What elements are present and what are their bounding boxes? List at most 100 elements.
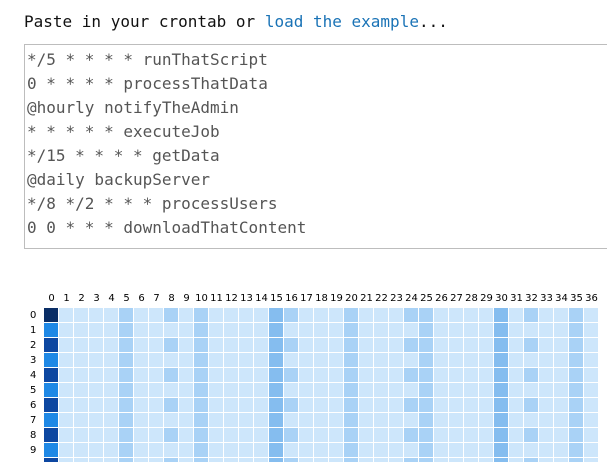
heatmap-cell: [104, 383, 118, 397]
heatmap-cell: [89, 443, 103, 457]
heatmap-cell: [359, 368, 373, 382]
heatmap-cell: [299, 383, 313, 397]
heatmap-cell: [239, 443, 253, 457]
heatmap-cell: [209, 353, 223, 367]
heatmap-cell: [164, 458, 178, 462]
heatmap-cell: [449, 353, 463, 367]
heatmap-cell: [149, 323, 163, 337]
heatmap-cell: [569, 353, 583, 367]
heatmap-cell: [269, 413, 283, 427]
heatmap-cell: [404, 308, 418, 322]
heatmap-row: 2: [0, 338, 607, 353]
heatmap-cell: [344, 338, 358, 352]
heatmap-cell: [209, 458, 223, 462]
heatmap-cell: [434, 398, 448, 412]
heatmap-cell: [224, 458, 238, 462]
heatmap-cell: [254, 458, 268, 462]
heatmap-cell: [104, 368, 118, 382]
heatmap-cell: [119, 323, 133, 337]
heatmap-cell: [419, 443, 433, 457]
heatmap-cell: [269, 383, 283, 397]
minute-label: 20: [345, 293, 358, 304]
heatmap-cell: [554, 308, 568, 322]
minute-label: 25: [420, 293, 433, 304]
heatmap-cell: [89, 428, 103, 442]
heatmap-cell: [149, 338, 163, 352]
heatmap-cell: [509, 338, 523, 352]
heatmap-cell: [509, 383, 523, 397]
heatmap-cell: [344, 323, 358, 337]
heatmap-cell: [284, 443, 298, 457]
heatmap-cell: [569, 308, 583, 322]
heatmap-cell: [239, 413, 253, 427]
heatmap-cell: [44, 368, 58, 382]
heatmap-cell: [524, 323, 538, 337]
heatmap-cell: [44, 323, 58, 337]
heatmap-row: [0, 458, 607, 462]
heatmap-cell: [299, 323, 313, 337]
heatmap-cell: [44, 383, 58, 397]
heatmap-cell: [209, 398, 223, 412]
heatmap-cell: [209, 428, 223, 442]
heatmap-cell: [299, 308, 313, 322]
heatmap-cell: [329, 413, 343, 427]
heatmap-cell: [569, 458, 583, 462]
heatmap-cell: [569, 443, 583, 457]
hour-label: 4: [30, 370, 37, 381]
heatmap-cell: [569, 368, 583, 382]
minute-label: 34: [555, 293, 568, 304]
heatmap-cell: [224, 398, 238, 412]
heatmap-cell: [539, 353, 553, 367]
heatmap-cell: [419, 323, 433, 337]
heatmap-cell: [344, 308, 358, 322]
heatmap-cell: [149, 353, 163, 367]
heatmap-cell: [179, 383, 193, 397]
heatmap-cell: [179, 443, 193, 457]
heatmap-cell: [284, 338, 298, 352]
heatmap-cell: [104, 308, 118, 322]
heatmap-cell: [74, 338, 88, 352]
heatmap-cell: [524, 428, 538, 442]
heatmap-cell: [254, 398, 268, 412]
heatmap-cell: [89, 383, 103, 397]
heatmap-cell: [554, 428, 568, 442]
heatmap-cell: [434, 368, 448, 382]
heatmap-row: 9: [0, 443, 607, 458]
heatmap-cell: [239, 353, 253, 367]
heatmap-cell: [584, 368, 598, 382]
heatmap-cell: [464, 428, 478, 442]
heatmap-cell: [134, 338, 148, 352]
heatmap-cell: [359, 428, 373, 442]
heatmap-cell: [374, 338, 388, 352]
heatmap-cell: [74, 458, 88, 462]
heatmap-cell: [269, 458, 283, 462]
heatmap-cell: [59, 398, 73, 412]
heatmap-cell: [479, 398, 493, 412]
heatmap-cell: [569, 398, 583, 412]
heatmap-cell: [449, 458, 463, 462]
heatmap-cell: [194, 428, 208, 442]
heatmap-cell: [329, 338, 343, 352]
minute-label: 22: [375, 293, 388, 304]
heatmap-cell: [449, 368, 463, 382]
heatmap-row: 4: [0, 368, 607, 383]
minute-label: 29: [480, 293, 493, 304]
heatmap-cell: [284, 413, 298, 427]
crontab-textarea[interactable]: */5 * * * * runThatScript 0 * * * * proc…: [24, 44, 607, 249]
heatmap-cell: [134, 413, 148, 427]
heatmap-cell: [554, 398, 568, 412]
heatmap-cell: [209, 383, 223, 397]
heatmap-cell: [314, 458, 328, 462]
heatmap-cell: [119, 368, 133, 382]
heatmap-cell: [584, 383, 598, 397]
heatmap-cell: [479, 413, 493, 427]
heatmap-cell: [434, 428, 448, 442]
heatmap-cell: [374, 443, 388, 457]
heatmap-cell: [539, 338, 553, 352]
load-example-link[interactable]: load the example: [265, 12, 419, 31]
hour-label: 0: [30, 310, 37, 321]
heatmap-cell: [344, 413, 358, 427]
heatmap-cell: [419, 353, 433, 367]
heatmap-cell: [224, 353, 238, 367]
heatmap-cell: [374, 383, 388, 397]
